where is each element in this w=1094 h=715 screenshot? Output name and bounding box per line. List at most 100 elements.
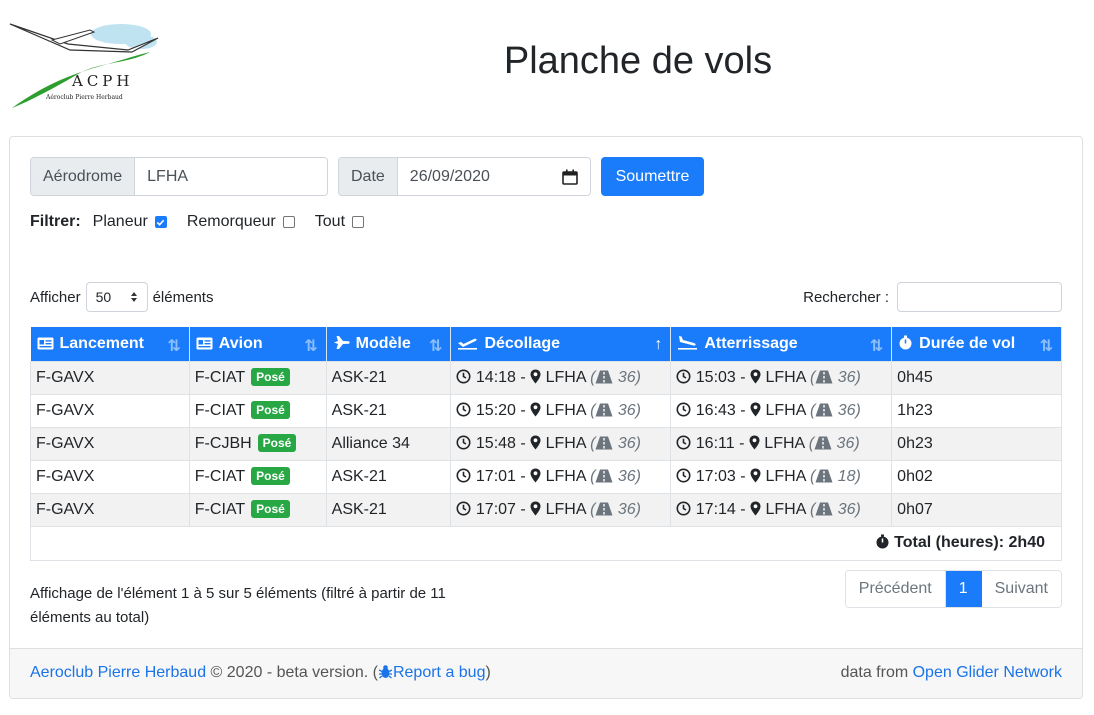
- page-length-select[interactable]: 50: [85, 282, 148, 312]
- id-card-icon: [37, 337, 53, 350]
- road-icon: [815, 502, 833, 515]
- col-lancement[interactable]: Lancement ⇅: [30, 327, 190, 361]
- col-decollage[interactable]: Décollage ↑: [450, 327, 672, 361]
- avion-cell: F-CIAT Posé: [188, 360, 327, 395]
- lancement-cell: F-GAVX: [30, 426, 190, 461]
- map-marker-icon: [530, 501, 541, 515]
- page-title: Planche de vols: [503, 40, 773, 82]
- stopwatch-icon: [899, 335, 912, 350]
- clock-icon: [676, 468, 691, 482]
- avion-cell: F-CIAT Posé: [188, 492, 327, 527]
- col-atterrissage[interactable]: Atterrissage ⇅: [670, 327, 893, 361]
- table-search: Rechercher :: [803, 282, 1062, 312]
- road-icon: [815, 403, 833, 416]
- report-bug-link[interactable]: Report a bug: [393, 664, 486, 681]
- duree-cell: 0h45: [891, 360, 1062, 395]
- clock-icon: [456, 468, 471, 482]
- planeur-checkbox[interactable]: [154, 216, 167, 228]
- clock-icon: [456, 435, 471, 449]
- table-row: F-GAVX F-CIAT Posé ASK-21 15:20 - LFHA ( 36…: [30, 393, 1062, 428]
- clock-icon: [456, 501, 471, 515]
- sort-icon[interactable]: ⇅: [167, 336, 180, 356]
- bug-icon: [378, 665, 393, 679]
- modele-cell: Alliance 34: [325, 426, 452, 461]
- sort-icon[interactable]: ⇅: [304, 336, 317, 356]
- clock-icon: [676, 501, 691, 515]
- atterrissage-cell: 16:43 - LFHA ( 36): [670, 393, 893, 428]
- submit-button[interactable]: Soumettre: [601, 157, 704, 196]
- road-icon: [814, 436, 832, 449]
- aerodrome-input[interactable]: LFHA: [135, 158, 327, 195]
- date-label: Date: [339, 158, 398, 195]
- status-badge: Posé: [251, 401, 290, 419]
- map-marker-icon: [749, 435, 760, 449]
- tout-checkbox[interactable]: [352, 216, 365, 228]
- table-info: Affichage de l'élément 1 à 5 sur 5 éléme…: [30, 585, 446, 626]
- lancement-cell: F-GAVX: [30, 393, 190, 428]
- modele-cell: ASK-21: [325, 492, 452, 527]
- decollage-cell: 17:07 - LFHA ( 36): [450, 492, 672, 527]
- table-row: F-GAVX F-CIAT Posé ASK-21 14:18 - LFHA ( 36…: [30, 360, 1062, 395]
- col-modele[interactable]: Modèle ⇅: [326, 327, 452, 361]
- search-input[interactable]: [897, 282, 1062, 312]
- road-icon: [815, 370, 833, 383]
- col-duree[interactable]: Durée de vol ⇅: [891, 327, 1062, 361]
- filter-tout[interactable]: Tout: [315, 213, 365, 231]
- avion-cell: F-CJBH Posé: [188, 426, 327, 461]
- modele-cell: ASK-21: [325, 459, 452, 494]
- map-marker-icon: [530, 402, 541, 416]
- road-icon: [595, 436, 613, 449]
- next-page-button[interactable]: Suivant: [981, 571, 1061, 607]
- map-marker-icon: [530, 369, 541, 383]
- map-marker-icon: [530, 435, 541, 449]
- sort-icon[interactable]: ⇅: [1040, 336, 1053, 356]
- decollage-cell: 17:01 - LFHA ( 36): [450, 459, 672, 494]
- clock-icon: [676, 435, 691, 449]
- prev-page-button[interactable]: Précédent: [845, 571, 946, 607]
- filter-bar: Filtrer: Planeur Remorqueur Tout: [30, 213, 384, 231]
- date-input[interactable]: 26/09/2020: [397, 158, 590, 195]
- lancement-cell: F-GAVX: [30, 492, 190, 527]
- aerodrome-label: Aérodrome: [31, 158, 136, 195]
- sort-icon[interactable]: ⇅: [429, 336, 442, 356]
- road-icon: [595, 502, 613, 515]
- col-avion[interactable]: Avion ⇅: [189, 327, 327, 361]
- clock-icon: [456, 369, 471, 383]
- stopwatch-icon: [876, 534, 889, 549]
- lancement-cell: F-GAVX: [30, 459, 190, 494]
- decollage-cell: 15:20 - LFHA ( 36): [450, 393, 672, 428]
- page-1-button[interactable]: 1: [945, 571, 982, 607]
- map-marker-icon: [750, 501, 761, 515]
- clock-icon: [676, 369, 691, 383]
- club-link[interactable]: Aeroclub Pierre Herbaud: [30, 664, 206, 681]
- filter-planeur[interactable]: Planeur: [93, 213, 167, 231]
- calendar-icon[interactable]: [562, 169, 578, 185]
- svg-text:Aéroclub Pierre Herbaud: Aéroclub Pierre Herbaud: [45, 94, 123, 101]
- filter-remorqueur[interactable]: Remorqueur: [187, 213, 295, 231]
- sort-asc-icon[interactable]: ↑: [654, 336, 662, 354]
- duree-cell: 0h02: [891, 459, 1062, 494]
- duree-cell: 0h23: [891, 426, 1062, 461]
- date-group: Date 26/09/2020: [338, 157, 591, 196]
- sort-icon[interactable]: ⇅: [870, 336, 883, 356]
- decollage-cell: 14:18 - LFHA ( 36): [450, 360, 672, 395]
- flights-table: Lancement ⇅ Avion ⇅ Modèle ⇅ Décollage ↑…: [30, 327, 1062, 561]
- table-row: F-GAVX F-CIAT Posé ASK-21 17:01 - LFHA ( 36…: [30, 459, 1062, 494]
- duree-cell: 0h07: [891, 492, 1062, 527]
- footer: Aeroclub Pierre Herbaud © 2020 - beta ve…: [10, 648, 1082, 698]
- check-icon: [157, 219, 165, 226]
- remorqueur-checkbox[interactable]: [282, 216, 295, 228]
- modele-cell: ASK-21: [325, 360, 452, 395]
- map-marker-icon: [530, 468, 541, 482]
- atterrissage-cell: 15:03 - LFHA ( 36): [670, 360, 893, 395]
- duree-cell: 1h23: [891, 393, 1062, 428]
- avion-cell: F-CIAT Posé: [188, 393, 327, 428]
- ogn-link[interactable]: Open Glider Network: [913, 664, 1062, 681]
- modele-cell: ASK-21: [325, 393, 452, 428]
- id-card-icon: [196, 337, 213, 350]
- status-badge: Posé: [257, 434, 297, 452]
- table-row: F-GAVX F-CJBH Posé Alliance 34 15:48 - LFHA…: [30, 426, 1062, 461]
- road-icon: [595, 370, 613, 383]
- main-card: Aérodrome LFHA Date 26/09/2020 Soumettre…: [9, 136, 1083, 699]
- filter-label: Filtrer:: [30, 213, 81, 230]
